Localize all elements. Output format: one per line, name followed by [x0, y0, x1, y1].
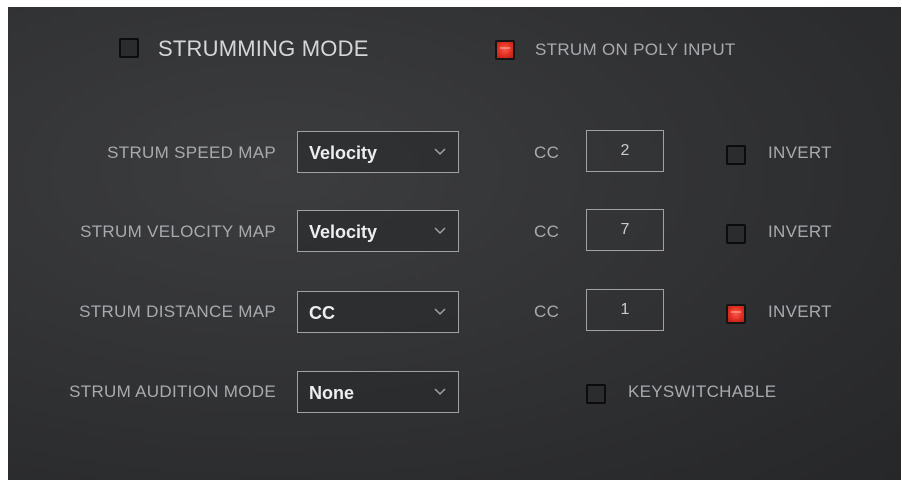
strum-velocity-map-select[interactable]: Velocity [297, 210, 459, 252]
strum-distance-map-select[interactable]: CC [297, 291, 459, 333]
strum-on-poly-input-checkbox[interactable] [495, 40, 515, 60]
strum-speed-map-select[interactable]: Velocity [297, 131, 459, 173]
strum-on-poly-input-label: STRUM ON POLY INPUT [535, 40, 736, 59]
strum-speed-map-label: STRUM SPEED MAP [107, 143, 276, 162]
strum-velocity-cc-input[interactable]: 7 [586, 209, 664, 251]
strum-speed-map-value: Velocity [309, 143, 378, 163]
strum-distance-map-value: CC [309, 303, 335, 323]
strum-distance-cc-input[interactable]: 1 [586, 289, 664, 331]
strum-speed-cc-input[interactable]: 2 [586, 130, 664, 172]
strum-settings-panel: STRUMMING MODE STRUM ON POLY INPUT STRUM… [8, 7, 901, 480]
strum-velocity-cc-label: CC [534, 222, 560, 241]
strumming-mode-checkbox[interactable] [119, 38, 139, 58]
chevron-down-icon [434, 308, 446, 316]
strum-velocity-invert-checkbox[interactable] [726, 224, 746, 244]
chevron-down-icon [434, 388, 446, 396]
strum-distance-cc-label: CC [534, 302, 560, 321]
strum-speed-invert-checkbox[interactable] [726, 145, 746, 165]
keyswitchable-label: KEYSWITCHABLE [628, 382, 777, 401]
strum-speed-cc-label: CC [534, 143, 560, 162]
strumming-mode-label: STRUMMING MODE [158, 36, 369, 61]
strum-velocity-map-label: STRUM VELOCITY MAP [80, 222, 276, 241]
strum-velocity-invert-label: INVERT [768, 222, 832, 241]
strum-audition-mode-value: None [309, 383, 354, 403]
strum-distance-invert-checkbox[interactable] [726, 304, 746, 324]
strum-audition-mode-select[interactable]: None [297, 371, 459, 413]
keyswitchable-checkbox[interactable] [586, 384, 606, 404]
chevron-down-icon [434, 227, 446, 235]
strum-distance-invert-label: INVERT [768, 302, 832, 321]
strum-velocity-map-value: Velocity [309, 222, 378, 242]
strum-audition-mode-label: STRUM AUDITION MODE [69, 382, 276, 401]
strum-speed-invert-label: INVERT [768, 143, 832, 162]
strum-distance-map-label: STRUM DISTANCE MAP [79, 302, 276, 321]
chevron-down-icon [434, 148, 446, 156]
